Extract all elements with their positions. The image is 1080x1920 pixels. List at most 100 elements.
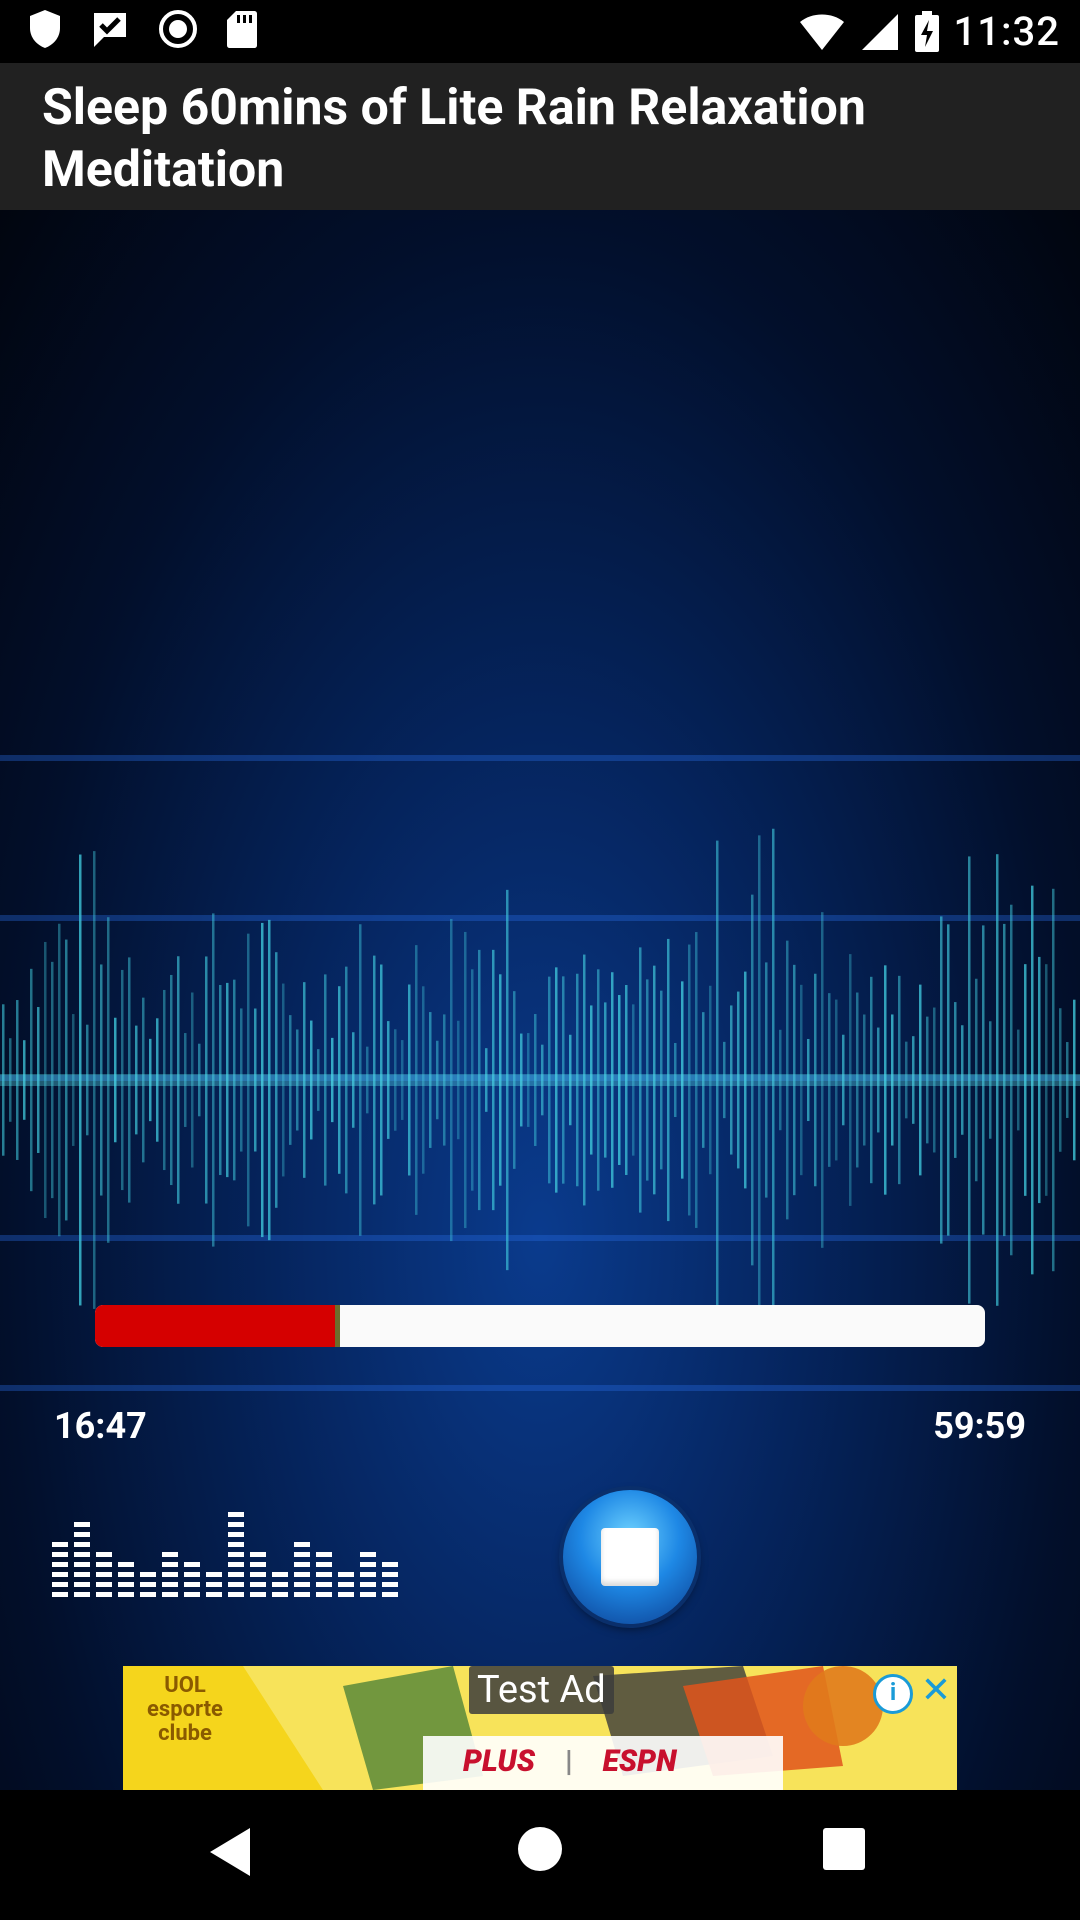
equalizer-segment — [250, 1582, 266, 1587]
equalizer-segment — [140, 1592, 156, 1597]
equalizer-segment — [74, 1542, 90, 1547]
equalizer-segment — [294, 1572, 310, 1577]
equalizer-segment — [74, 1532, 90, 1537]
seek-bar-thumb[interactable] — [335, 1305, 341, 1347]
ad-sponsor-logo: UOL esporte clube — [147, 1673, 223, 1746]
stop-button[interactable] — [563, 1490, 697, 1624]
equalizer-segment — [96, 1562, 112, 1567]
equalizer-segment — [382, 1582, 398, 1587]
equalizer-segment — [206, 1592, 222, 1597]
equalizer-segment — [360, 1552, 376, 1557]
equalizer-bar — [74, 1522, 90, 1597]
stop-icon — [601, 1528, 659, 1586]
equalizer-segment — [360, 1572, 376, 1577]
equalizer-bar — [294, 1542, 310, 1597]
equalizer-segment — [52, 1592, 68, 1597]
elapsed-time: 16:47 — [54, 1405, 147, 1447]
equalizer-segment — [52, 1562, 68, 1567]
equalizer-segment — [272, 1572, 288, 1577]
equalizer-segment — [360, 1582, 376, 1587]
equalizer-segment — [228, 1582, 244, 1587]
equalizer-segment — [74, 1552, 90, 1557]
equalizer-segment — [294, 1562, 310, 1567]
equalizer-bar — [382, 1562, 398, 1597]
equalizer-segment — [228, 1552, 244, 1557]
equalizer-segment — [228, 1512, 244, 1517]
equalizer-bar — [228, 1512, 244, 1597]
equalizer-segment — [96, 1572, 112, 1577]
total-duration: 59:59 — [933, 1405, 1026, 1447]
equalizer-segment — [294, 1552, 310, 1557]
equalizer-segment — [250, 1572, 266, 1577]
equalizer-segment — [228, 1592, 244, 1597]
wave-center-glow — [0, 1074, 1080, 1086]
equalizer-segment — [184, 1582, 200, 1587]
seek-bar-progress — [95, 1305, 336, 1347]
equalizer-segment — [52, 1582, 68, 1587]
equalizer-segment — [96, 1552, 112, 1557]
app-bar: Sleep 60mins of Lite Rain Relaxation Med… — [0, 63, 1080, 210]
equalizer-segment — [118, 1582, 134, 1587]
info-icon[interactable]: i — [873, 1674, 913, 1714]
ad-brand-divider: | — [564, 1744, 573, 1779]
equalizer-bar — [338, 1572, 354, 1597]
equalizer-segment — [74, 1522, 90, 1527]
back-icon[interactable] — [210, 1828, 250, 1876]
ad-banner[interactable]: UOL esporte clube PLUS | ESPN Test Ad i … — [123, 1666, 957, 1790]
equalizer-segment — [52, 1542, 68, 1547]
equalizer-segment — [316, 1582, 332, 1587]
equalizer-segment — [382, 1572, 398, 1577]
equalizer-segment — [140, 1582, 156, 1587]
status-bar: 11:32 — [0, 0, 1080, 63]
page-title: Sleep 60mins of Lite Rain Relaxation Med… — [42, 79, 866, 199]
equalizer-segment — [294, 1542, 310, 1547]
equalizer-segment — [74, 1582, 90, 1587]
equalizer-segment — [206, 1582, 222, 1587]
equalizer-segment — [272, 1582, 288, 1587]
equalizer-segment — [338, 1592, 354, 1597]
recents-icon[interactable] — [823, 1828, 865, 1870]
equalizer-segment — [382, 1592, 398, 1597]
equalizer-segment — [162, 1562, 178, 1567]
equalizer-bar — [316, 1552, 332, 1597]
seek-bar[interactable] — [95, 1305, 985, 1347]
equalizer-segment — [74, 1572, 90, 1577]
equalizer-segment — [74, 1592, 90, 1597]
equalizer-segment — [294, 1592, 310, 1597]
equalizer-bar — [184, 1562, 200, 1597]
equalizer-bar — [96, 1552, 112, 1597]
equalizer-segment — [162, 1572, 178, 1577]
equalizer-segment — [162, 1592, 178, 1597]
equalizer-segment — [96, 1592, 112, 1597]
battery-charging-icon — [914, 10, 939, 52]
equalizer-segment — [316, 1552, 332, 1557]
shield-icon — [30, 10, 60, 48]
equalizer-segment — [316, 1562, 332, 1567]
equalizer-segment — [140, 1572, 156, 1577]
equalizer-bar — [52, 1542, 68, 1597]
equalizer-segment — [74, 1562, 90, 1567]
ad-test-label: Test Ad — [469, 1666, 614, 1714]
ad-brand-plus: PLUS — [463, 1744, 535, 1779]
equalizer-segment — [228, 1542, 244, 1547]
equalizer-segment — [228, 1522, 244, 1527]
equalizer-segment — [228, 1572, 244, 1577]
equalizer-segment — [162, 1582, 178, 1587]
close-icon[interactable]: ✕ — [921, 1672, 951, 1708]
equalizer-segment — [228, 1562, 244, 1567]
equalizer-segment — [228, 1532, 244, 1537]
equalizer-segment — [294, 1582, 310, 1587]
equalizer-segment — [118, 1562, 134, 1567]
home-icon[interactable] — [518, 1827, 562, 1871]
equalizer-segment — [184, 1592, 200, 1597]
equalizer-segment — [316, 1572, 332, 1577]
equalizer-segment — [96, 1582, 112, 1587]
equalizer-segment — [250, 1562, 266, 1567]
equalizer-segment — [360, 1562, 376, 1567]
signal-icon — [861, 13, 898, 50]
equalizer-bar — [206, 1572, 222, 1597]
equalizer-segment — [184, 1562, 200, 1567]
system-nav-bar — [0, 1790, 1080, 1920]
equalizer-segment — [250, 1552, 266, 1557]
status-bar-right-icons: 11:32 — [798, 8, 1060, 55]
